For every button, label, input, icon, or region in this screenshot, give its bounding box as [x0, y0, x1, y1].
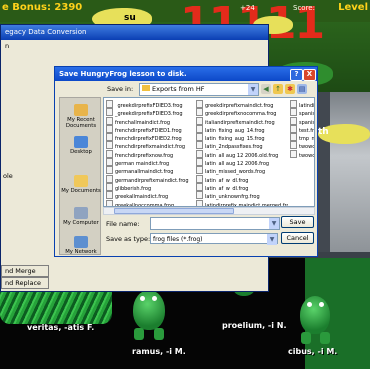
save-as-type-select[interactable]: frog files (*.frog) ▼: [150, 233, 278, 245]
save-in-label: Save in:: [107, 85, 134, 93]
file-item[interactable]: twowor: [290, 150, 314, 158]
help-button[interactable]: ?: [290, 69, 303, 81]
places-bar: My Recent Documents Desktop My Documents…: [59, 97, 101, 255]
file-list[interactable]: _greekdirprefixFDIED3.frog _greekdirprefi…: [103, 97, 315, 207]
file-item[interactable]: latin_all aug 12 2006.frog: [196, 158, 288, 166]
legacy-side-text: ole: [3, 172, 13, 180]
my-network-icon: [74, 236, 88, 248]
my-documents-icon: [74, 175, 88, 187]
desktop-icon: [74, 136, 88, 148]
file-item[interactable]: german maindict.frog: [106, 158, 194, 166]
horizontal-scrollbar[interactable]: [103, 207, 315, 215]
cancel-button[interactable]: Cancel: [281, 232, 314, 244]
chevron-down-icon[interactable]: ▼: [269, 218, 279, 229]
file-item[interactable]: glibberish.frog: [106, 183, 194, 191]
save-dialog: Save HungryFrog lesson to disk. ? X Save…: [54, 66, 318, 257]
chevron-down-icon[interactable]: ▼: [267, 234, 277, 245]
file-item[interactable]: tmp_ne: [290, 133, 314, 141]
back-icon[interactable]: ◀: [261, 84, 271, 94]
file-item[interactable]: latin_missed_words.frog: [196, 166, 288, 174]
file-item[interactable]: frenchdirprefixFDIED1.frog: [106, 125, 194, 133]
file-column: latindirpspanishdspanishdtest.frogtmp_ne…: [290, 100, 314, 158]
file-column: _greekdirprefixFDIED3.frog _greekdirprefi…: [106, 100, 194, 206]
file-item[interactable]: greekallmaindict.frog: [106, 191, 194, 199]
recent-documents-icon: [74, 104, 88, 116]
my-computer-icon: [74, 207, 88, 219]
chevron-down-icon[interactable]: ▼: [248, 84, 258, 95]
fly-label: su: [124, 13, 136, 23]
latin-word[interactable]: cibus, -i M.: [288, 347, 337, 356]
frog-eye: [307, 302, 312, 307]
file-name-field[interactable]: ▼: [150, 217, 280, 230]
replace-button[interactable]: nd Replace: [1, 277, 49, 289]
latin-word[interactable]: veritas, -atis F.: [27, 323, 94, 332]
file-item[interactable]: frenchdirprefixnow.frog: [106, 150, 194, 158]
legacy-window-title: egacy Data Conversion: [1, 25, 268, 40]
file-item[interactable]: latin_unknownfrg.frog: [196, 191, 288, 199]
file-column: greekdirprefixmaindict.frog greekdirprefi…: [196, 100, 288, 206]
views-menu-icon[interactable]: ▤: [297, 84, 307, 94]
file-item[interactable]: latin_fixing_aug_14.frog: [196, 125, 288, 133]
scrollbar-thumb[interactable]: [114, 208, 234, 214]
file-item[interactable]: italiandirprefixmaindict.frog: [196, 117, 288, 125]
merge-button[interactable]: nd Merge: [1, 265, 49, 277]
save-in-select[interactable]: Exports from HF ▼: [139, 83, 259, 96]
dialog-title: Save HungryFrog lesson to disk.: [55, 67, 317, 81]
file-item[interactable]: greekdirprefixnocomma.frog: [196, 108, 288, 116]
bonus-label: e Bonus: 2390: [2, 2, 83, 13]
file-item[interactable]: _greekdirprefixFDIED3.frog: [106, 108, 194, 116]
file-item[interactable]: frenchallmaindict.frog: [106, 117, 194, 125]
file-item[interactable]: test.frog: [290, 125, 314, 133]
file-item[interactable]: greekallnoccomma.frog: [106, 200, 194, 206]
file-item[interactable]: germandirprefixmaindict.frog: [106, 175, 194, 183]
score-label: Score:: [293, 4, 315, 12]
file-item[interactable]: twowor: [290, 141, 314, 149]
save-in-value: Exports from HF: [152, 85, 205, 93]
file-name-label: File name:: [106, 220, 140, 228]
file-item[interactable]: greekdirprefixmaindict.frog: [196, 100, 288, 108]
place-desktop[interactable]: Desktop: [60, 136, 102, 155]
file-item[interactable]: frenchdirprefixFDIED2.frog: [106, 133, 194, 141]
frog-leg: [320, 332, 330, 344]
file-item[interactable]: latin_fixing_aug_15.frog: [196, 133, 288, 141]
latin-word[interactable]: ramus, -i M.: [132, 347, 186, 356]
frog-leg: [154, 328, 164, 340]
new-folder-icon[interactable]: ✱: [285, 84, 295, 94]
save-as-type-label: Save as type:: [106, 235, 151, 243]
frog-eye: [152, 296, 157, 301]
frog-eye: [140, 296, 145, 301]
place-recent-documents[interactable]: My Recent Documents: [60, 104, 102, 129]
frog-leg: [134, 328, 144, 340]
file-item[interactable]: latin_af_w_dl.frog: [196, 183, 288, 191]
frog-icon: [300, 296, 330, 334]
file-item[interactable]: latindirp: [290, 100, 314, 108]
save-button[interactable]: Save: [281, 216, 314, 228]
place-my-documents[interactable]: My Documents: [60, 175, 102, 194]
legacy-menu[interactable]: n: [1, 40, 268, 52]
file-item[interactable]: spanishd: [290, 108, 314, 116]
file-item[interactable]: germanallmaindict.frog: [106, 166, 194, 174]
file-item[interactable]: frenchdirprefixmaindict.frog: [106, 141, 194, 149]
place-my-network[interactable]: My Network: [60, 236, 102, 255]
cloud-area: [330, 92, 370, 252]
place-my-computer[interactable]: My Computer: [60, 207, 102, 226]
close-button[interactable]: X: [303, 69, 316, 81]
frog-leg: [301, 332, 311, 344]
file-item[interactable]: latin_all aug 12 2006.old.frog: [196, 150, 288, 158]
plus-score: +24: [240, 4, 255, 12]
latin-word[interactable]: proelium, -i N.: [222, 321, 287, 330]
file-item[interactable]: spanishd: [290, 117, 314, 125]
frog-eye: [319, 302, 324, 307]
file-item[interactable]: latin_af_w_dl.frog: [196, 175, 288, 183]
file-item[interactable]: latin_2ndpassfixes.frog: [196, 141, 288, 149]
file-item[interactable]: latindirprefix maindict merged.frog: [196, 200, 288, 206]
frog-icon: [133, 290, 165, 330]
file-item[interactable]: _greekdirprefixFDIED3.frog: [106, 100, 194, 108]
th-word: th: [318, 127, 329, 137]
level-label: Level: [338, 2, 368, 13]
folder-icon: [142, 85, 150, 91]
up-folder-icon[interactable]: ↑: [273, 84, 283, 94]
